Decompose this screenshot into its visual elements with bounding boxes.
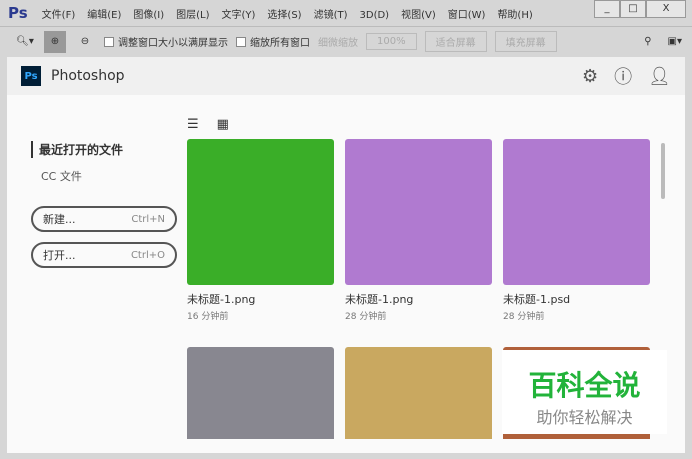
- avatar[interactable]: 👤︎: [648, 66, 671, 87]
- watermark-title: 百科全说: [528, 369, 641, 402]
- file-thumbnail: [503, 139, 650, 285]
- zoom-out-icon[interactable]: ⊖: [74, 31, 96, 53]
- file-card[interactable]: [187, 347, 334, 439]
- file-thumbnail: [345, 139, 492, 285]
- sidebar: 最近打开的文件 CC 文件 新建... Ctrl+N 打开... Ctrl+O: [31, 141, 177, 268]
- file-name: 未标题-1.png: [345, 293, 414, 306]
- file-time: 16 分钟前: [187, 312, 229, 322]
- file-thumbnail: [187, 347, 334, 439]
- home-header: Ps Photoshop ⚙ ⓘ 👤︎: [7, 57, 685, 95]
- photoshop-logo: Ps: [21, 66, 41, 86]
- menu-bar: Ps 文件(F) 编辑(E) 图像(I) 图层(L) 文字(Y) 选择(S) 滤镜(T) 3D…: [0, 0, 692, 26]
- menu-item[interactable]: 帮助(H): [497, 10, 532, 21]
- menu-item[interactable]: 滤镜(T): [314, 10, 348, 21]
- zoom-in-icon[interactable]: ⊕: [44, 30, 66, 53]
- menu-item[interactable]: 窗口(W): [448, 10, 486, 21]
- file-card[interactable]: 未标题-1.png 16 分钟前: [187, 139, 334, 322]
- ps-logo: Ps: [8, 4, 28, 22]
- watermark: 百科全说 助你轻松解决: [502, 350, 667, 434]
- file-name: 未标题-1.psd: [503, 293, 571, 306]
- menu-item[interactable]: 编辑(E): [87, 10, 121, 21]
- zoom-all-checkbox[interactable]: 缩放所有窗口: [236, 34, 310, 49]
- scrubby-zoom-checkbox[interactable]: 细微缩放: [318, 34, 358, 49]
- zoom-100-button[interactable]: 100%: [366, 33, 417, 50]
- new-button[interactable]: 新建... Ctrl+N: [31, 206, 177, 232]
- app-title: Photoshop: [51, 68, 125, 84]
- grid-view-icon[interactable]: ▦: [217, 117, 229, 132]
- scrollbar[interactable]: [661, 143, 665, 199]
- file-card[interactable]: [345, 347, 492, 439]
- menu-item[interactable]: 文字(Y): [222, 10, 256, 21]
- workspace-icon[interactable]: ▣▾: [668, 36, 682, 47]
- fit-screen-button[interactable]: 适合屏幕: [424, 31, 487, 52]
- options-bar: 🔍︎▾ ⊕ ⊖ 调整窗口大小以满屏显示 缩放所有窗口 细微缩放 100% 适合屏…: [0, 26, 692, 56]
- resize-windows-checkbox[interactable]: 调整窗口大小以满屏显示: [104, 34, 228, 49]
- fill-screen-button[interactable]: 填充屏幕: [494, 31, 557, 52]
- file-name: 未标题-1.png: [187, 293, 256, 306]
- zoom-tool-icon[interactable]: 🔍︎▾: [14, 31, 36, 53]
- window-controls: _ □ X: [594, 0, 686, 18]
- gear-icon[interactable]: ⚙: [582, 66, 598, 87]
- sidebar-item-recent[interactable]: 最近打开的文件: [31, 141, 177, 158]
- menu-item[interactable]: 选择(S): [267, 10, 301, 21]
- watermark-subtitle: 助你轻松解决: [536, 408, 633, 427]
- file-thumbnail: [187, 139, 334, 285]
- file-card[interactable]: 未标题-1.png 28 分钟前: [345, 139, 492, 322]
- help-icon[interactable]: ⓘ: [614, 63, 632, 89]
- file-card[interactable]: 未标题-1.psd 28 分钟前: [503, 139, 650, 322]
- menu-item[interactable]: 3D(D): [360, 10, 390, 21]
- menu-list: 文件(F) 编辑(E) 图像(I) 图层(L) 文字(Y) 选择(S) 滤镜(T) 3D(D)…: [42, 6, 545, 21]
- open-button[interactable]: 打开... Ctrl+O: [31, 242, 177, 268]
- file-time: 28 分钟前: [503, 312, 545, 322]
- file-time: 28 分钟前: [345, 312, 387, 322]
- menu-item[interactable]: 文件(F): [42, 10, 76, 21]
- list-view-icon[interactable]: ☰: [187, 117, 199, 132]
- menu-item[interactable]: 视图(V): [401, 10, 436, 21]
- file-thumbnail: [345, 347, 492, 439]
- close-button[interactable]: X: [646, 0, 686, 18]
- sidebar-item-cc[interactable]: CC 文件: [31, 168, 177, 184]
- menu-item[interactable]: 图像(I): [133, 10, 164, 21]
- maximize-button[interactable]: □: [620, 0, 646, 18]
- minimize-button[interactable]: _: [594, 0, 620, 18]
- menu-item[interactable]: 图层(L): [176, 10, 209, 21]
- search-icon[interactable]: ⚲: [644, 36, 651, 47]
